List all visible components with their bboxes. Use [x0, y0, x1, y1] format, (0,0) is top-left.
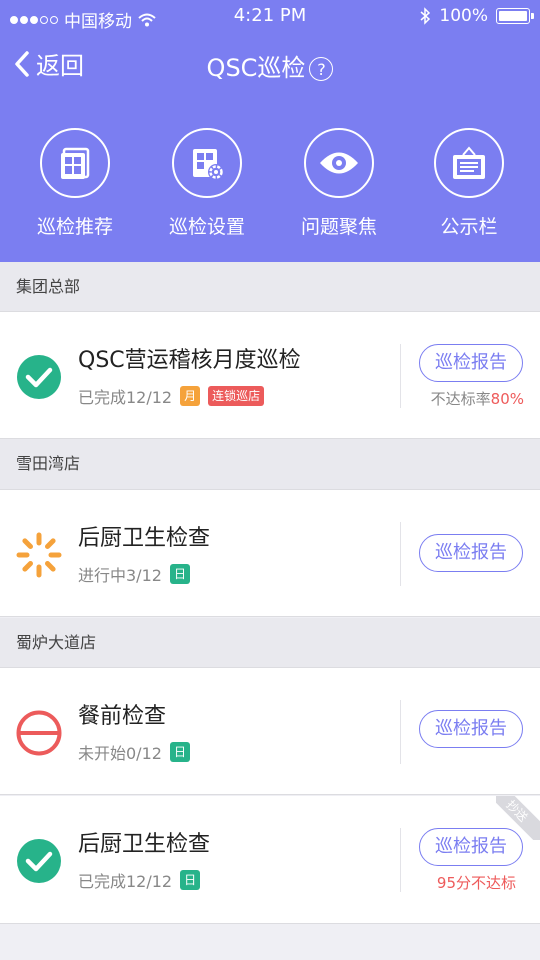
card-progress: 已完成12/12: [78, 872, 173, 891]
report-button[interactable]: 巡检报告: [419, 344, 523, 382]
eye-icon: [304, 128, 374, 198]
page-title-text: QSC巡检: [206, 54, 306, 82]
header: 中国移动 4:21 PM 100% 返回 QSC巡检? 巡检推荐 巡检设置 问题…: [0, 0, 540, 262]
quick-actions: 巡检推荐 巡检设置 问题聚焦 公示栏: [0, 128, 540, 248]
status-right: 100%: [419, 6, 534, 26]
divider: [400, 522, 401, 586]
card-title: 后厨卫生检查: [78, 526, 211, 551]
frequency-badge: 月: [180, 386, 201, 406]
report-button[interactable]: 巡检报告: [419, 828, 523, 866]
quick-action-bulletin[interactable]: 公示栏: [404, 128, 534, 239]
divider: [400, 344, 401, 408]
quick-action-label: 巡检设置: [168, 216, 245, 238]
check-circle-icon: [17, 355, 61, 399]
frequency-badge: 日: [169, 564, 190, 584]
card-title: 餐前检查: [78, 704, 167, 729]
battery-label: 100%: [439, 6, 488, 26]
section-title: 集团总部: [16, 277, 81, 296]
section-title: 雪田湾店: [16, 454, 81, 473]
quick-action-settings[interactable]: 巡检设置: [142, 128, 272, 239]
inspection-card[interactable]: 后厨卫生检查 进行中3/12 日 巡检报告: [0, 489, 540, 617]
not-started-icon: [16, 710, 62, 756]
divider: [400, 700, 401, 764]
divider: [400, 828, 401, 892]
quick-action-label: 公示栏: [440, 216, 498, 238]
card-progress: 已完成12/12: [78, 388, 173, 407]
section-title: 蜀炉大道店: [16, 633, 97, 652]
quick-action-focus[interactable]: 问题聚焦: [274, 128, 404, 239]
section-header: 集团总部: [0, 262, 540, 312]
status-bar: 中国移动 4:21 PM 100%: [0, 0, 540, 34]
quick-action-recommend[interactable]: 巡检推荐: [10, 128, 140, 239]
nav-bar: 返回 QSC巡检?: [0, 40, 540, 90]
inspection-card[interactable]: 抄送 后厨卫生检查 已完成12/12 日 巡检报告 95分不达标: [0, 796, 540, 924]
check-circle-icon: [17, 839, 61, 883]
card-subline: 已完成12/12 日: [78, 868, 201, 892]
card-subline: 进行中3/12 日: [78, 562, 190, 586]
frequency-badge: 日: [180, 870, 201, 890]
quick-action-label: 巡检推荐: [36, 216, 113, 238]
cards-icon: [40, 128, 110, 198]
help-icon[interactable]: ?: [309, 57, 334, 81]
bluetooth-icon: [420, 7, 431, 25]
battery-icon: [496, 8, 534, 24]
card-subline: 未开始0/12 日: [78, 740, 190, 764]
noncompliance-label: 不达标率: [430, 390, 491, 408]
report-button[interactable]: 巡检报告: [419, 710, 523, 748]
quick-action-label: 问题聚焦: [300, 216, 377, 238]
type-badge: 连锁巡店: [208, 386, 265, 406]
loading-spinner-icon: [16, 532, 62, 578]
settings-grid-icon: [172, 128, 242, 198]
card-title: QSC营运稽核月度巡检: [78, 348, 301, 373]
inspection-card[interactable]: QSC营运稽核月度巡检 已完成12/12 月 连锁巡店 巡检报告 不达标率80%: [0, 311, 540, 439]
card-title: 后厨卫生检查: [78, 832, 211, 857]
report-button[interactable]: 巡检报告: [419, 534, 523, 572]
noncompliance-rate: 不达标率80%: [431, 388, 524, 409]
section-header: 雪田湾店: [0, 439, 540, 489]
page-title: QSC巡检?: [0, 48, 540, 83]
frequency-badge: 日: [169, 742, 190, 762]
card-progress: 进行中3/12: [78, 566, 162, 585]
card-progress: 未开始0/12: [78, 744, 162, 763]
bulletin-board-icon: [434, 128, 504, 198]
noncompliance-value: 80%: [490, 390, 524, 408]
inspection-card[interactable]: 餐前检查 未开始0/12 日 巡检报告: [0, 667, 540, 795]
section-header: 蜀炉大道店: [0, 618, 540, 668]
card-subline: 已完成12/12 月 连锁巡店: [78, 384, 265, 408]
score-note: 95分不达标: [436, 874, 516, 892]
